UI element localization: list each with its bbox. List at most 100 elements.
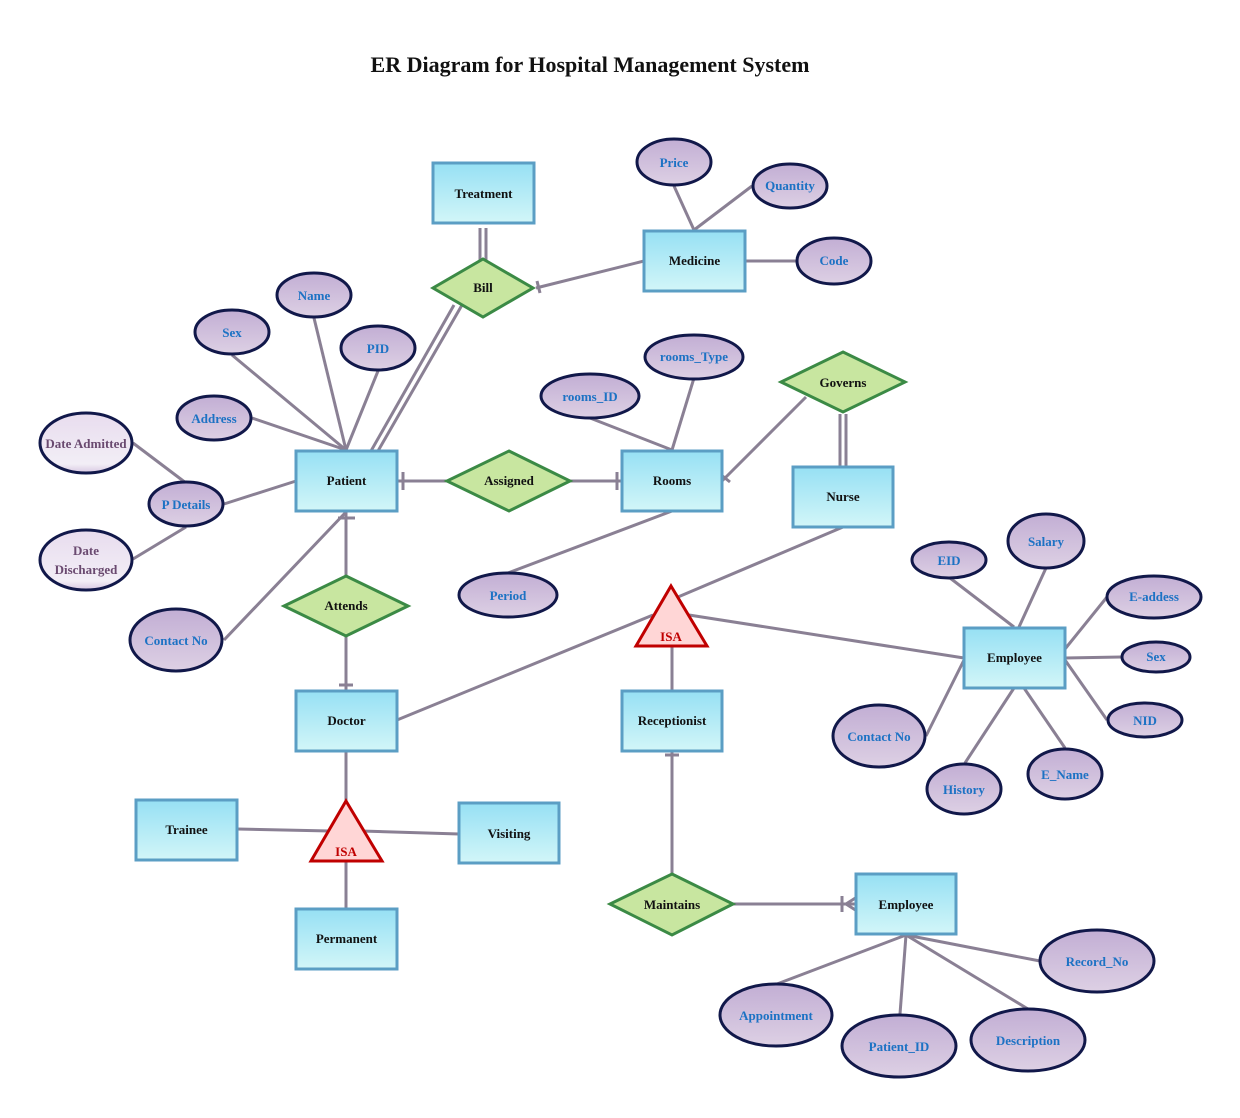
attribute-pid[interactable]: PID (339, 324, 417, 372)
connector-employee-appointment (776, 933, 907, 986)
entity-patient[interactable]: Patient (294, 449, 399, 513)
entity-label: Employee (987, 650, 1042, 665)
attribute-contact-no-patient[interactable]: Contact No (128, 607, 224, 673)
attribute-label: Sex (1146, 649, 1166, 664)
entity-label: Nurse (826, 489, 859, 504)
attribute-code[interactable]: Code (795, 236, 873, 286)
attribute-label: Contact No (847, 729, 910, 744)
entity-label: Employee (879, 897, 934, 912)
connector-rooms-period (507, 509, 673, 575)
attribute-date-discharged[interactable]: Date Discharged (38, 528, 134, 592)
connector-employee-history (963, 687, 1016, 764)
isa-label: ISA (660, 629, 682, 644)
attribute-sex[interactable]: Sex (193, 308, 271, 356)
attribute-label: History (943, 782, 985, 797)
attribute-period[interactable]: Period (457, 571, 559, 619)
attribute-p-details[interactable]: P Details (147, 480, 225, 528)
attribute-label: P Details (162, 497, 211, 512)
attribute-contact-no-employee[interactable]: Contact No (831, 703, 927, 769)
relationship-bill[interactable]: Bill (430, 257, 536, 319)
attribute-nid[interactable]: NID (1106, 701, 1184, 739)
relationship-attends[interactable]: Attends (280, 574, 412, 638)
attribute-eid[interactable]: EID (910, 540, 988, 580)
attribute-quantity[interactable]: Quantity (751, 162, 829, 210)
connector-employee-patient-id (898, 934, 908, 1015)
connector-bill-medicine (535, 259, 645, 290)
entity-employee[interactable]: Employee (962, 626, 1067, 690)
connector-medicine-quantity (693, 184, 753, 232)
attribute-e-address[interactable]: E-addess (1105, 574, 1203, 620)
relationship-label: Assigned (484, 473, 535, 488)
attribute-e-name[interactable]: E_Name (1026, 747, 1104, 801)
attribute-patient-id[interactable]: Patient_ID (840, 1013, 958, 1079)
entity-nurse[interactable]: Nurse (791, 465, 895, 529)
connector-pdetails-date-admitted (132, 441, 187, 485)
connectors (132, 184, 1122, 1015)
attribute-label: E_Name (1041, 767, 1089, 782)
attribute-label: Record_No (1066, 954, 1129, 969)
connector-doctor-isa (396, 613, 654, 722)
attribute-rooms-id[interactable]: rooms_ID (539, 372, 641, 420)
attribute-record-no[interactable]: Record_No (1038, 928, 1156, 994)
entity-label: Treatment (455, 186, 514, 201)
attribute-label: Contact No (144, 633, 207, 648)
attribute-sex-employee[interactable]: Sex (1120, 640, 1192, 674)
attribute-label: Name (298, 288, 331, 303)
attribute-rooms-type[interactable]: rooms_Type (643, 333, 745, 381)
entity-doctor[interactable]: Doctor (294, 689, 399, 753)
connector-employee-eaddress (1063, 596, 1109, 650)
entity-label: Visiting (488, 826, 531, 841)
attribute-label: Price (660, 155, 689, 170)
entity-treatment[interactable]: Treatment (431, 161, 536, 225)
entity-trainee[interactable]: Trainee (134, 798, 239, 862)
attribute-address[interactable]: Address (175, 394, 253, 442)
attribute-name[interactable]: Name (275, 271, 353, 319)
attribute-label: Description (996, 1033, 1061, 1048)
connector-employee-contact-no (924, 659, 966, 737)
connector-isa-trainee (236, 827, 331, 833)
connector-medicine-price (672, 185, 696, 231)
connector-isa-visiting (360, 829, 460, 836)
entity-employee-record[interactable]: Employee (854, 872, 958, 936)
relationship-label: Attends (324, 598, 367, 613)
attribute-label: rooms_ID (562, 389, 617, 404)
attribute-salary[interactable]: Salary (1006, 512, 1086, 570)
connector-isa-employee (688, 613, 965, 660)
relationship-label: Bill (473, 280, 493, 295)
relationship-assigned[interactable]: Assigned (443, 449, 574, 513)
connector-employee-eid (949, 576, 1015, 629)
attribute-description[interactable]: Description (969, 1007, 1087, 1073)
connector-patient-pid (344, 370, 380, 451)
entity-medicine[interactable]: Medicine (642, 229, 747, 293)
connector-employee-salary (1017, 567, 1048, 628)
entity-label: Rooms (653, 473, 691, 488)
attribute-price[interactable]: Price (635, 137, 713, 187)
connector-patient-name (312, 317, 348, 451)
entity-rooms[interactable]: Rooms (620, 449, 724, 513)
attribute-label: Appointment (739, 1008, 813, 1023)
attribute-history[interactable]: History (925, 762, 1003, 816)
attribute-label: Address (191, 411, 236, 426)
relationship-maintains[interactable]: Maintains (606, 872, 737, 937)
entity-receptionist[interactable]: Receptionist (620, 689, 724, 753)
attribute-label: EID (937, 553, 960, 568)
attribute-label: Sex (222, 325, 242, 340)
entity-visiting[interactable]: Visiting (457, 801, 561, 865)
connector-nurse-isa (677, 525, 844, 599)
connector-employee-ename (1022, 687, 1067, 749)
er-diagram: Treatment Medicine Patient Rooms Nurse E… (38, 137, 1203, 1079)
attribute-label: NID (1133, 713, 1157, 728)
connector-rooms-rooms-type (670, 377, 696, 451)
connector-employee-sex (1064, 655, 1122, 660)
entity-label: Permanent (316, 931, 378, 946)
connector-employee-nid (1063, 659, 1109, 721)
attribute-date-admitted[interactable]: Date Admitted (38, 411, 134, 475)
relationship-label: Governs (820, 375, 867, 390)
entity-permanent[interactable]: Permanent (294, 907, 399, 971)
attribute-appointment[interactable]: Appointment (718, 982, 834, 1048)
attribute-label: E-addess (1129, 589, 1179, 604)
entity-label: Trainee (165, 822, 208, 837)
attribute-label: Salary (1028, 534, 1065, 549)
connector-rooms-rooms-id (589, 416, 673, 452)
attribute-label: rooms_Type (660, 349, 728, 364)
